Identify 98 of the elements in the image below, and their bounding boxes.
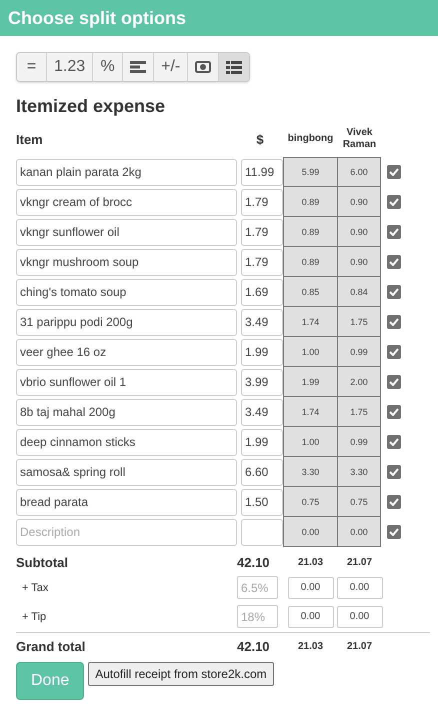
share-cell: 0.99 <box>338 337 381 367</box>
share-subtotal: 21.07 <box>346 557 374 568</box>
price-field[interactable]: 1.99 <box>241 428 283 456</box>
subtotal-amount: 42.10 <box>237 555 271 570</box>
description-field[interactable]: vbrio sunflower oil 1 <box>16 368 237 396</box>
share-cell: 1.00 <box>283 337 338 367</box>
split-mode-icon-button[interactable] <box>123 53 154 81</box>
description-field[interactable]: vkngr sunflower oil <box>16 218 237 246</box>
split-mode-button[interactable]: 1.23 <box>47 53 94 81</box>
checkbox[interactable] <box>387 255 401 269</box>
checkbox[interactable] <box>387 285 401 299</box>
share-cell: 1.75 <box>338 307 381 337</box>
price-field[interactable]: 1.69 <box>241 278 283 306</box>
price-field[interactable]: 1.79 <box>241 188 283 216</box>
price-field[interactable] <box>241 518 283 546</box>
description-field[interactable]: Description <box>16 518 237 546</box>
share-field[interactable]: 0.00 <box>288 606 334 628</box>
price-field[interactable]: 1.99 <box>241 338 283 366</box>
checkbox[interactable] <box>387 345 401 359</box>
share-cell: 1.99 <box>283 367 338 397</box>
checkbox[interactable] <box>387 405 401 419</box>
percent-field[interactable]: 6.5% <box>237 576 278 599</box>
checkbox[interactable] <box>387 225 401 239</box>
share-cell: 0.89 <box>283 217 338 247</box>
share-cell: 0.00 <box>338 517 381 547</box>
share-cell: 0.99 <box>338 427 381 457</box>
checkbox[interactable] <box>387 525 401 539</box>
share-field[interactable]: 0.00 <box>336 606 382 628</box>
share-cell: 3.30 <box>338 457 381 487</box>
share-subtotal: 21.03 <box>296 557 324 568</box>
share-cell: 0.75 <box>283 487 338 517</box>
description-field[interactable]: samosa& spring roll <box>16 458 237 486</box>
price-field[interactable]: 3.99 <box>241 368 283 396</box>
description-field[interactable]: ching's tomato soup <box>16 278 237 306</box>
share-cell: 0.90 <box>338 187 381 217</box>
split-mode-icon-button[interactable] <box>219 53 250 81</box>
share-total: 21.03 <box>296 641 324 652</box>
share-cell: 0.85 <box>283 277 338 307</box>
checkbox[interactable] <box>387 465 401 479</box>
split-mode-button[interactable]: = <box>17 53 47 81</box>
bars-icon <box>130 61 146 73</box>
share-cell: 1.74 <box>283 307 338 337</box>
checkbox[interactable] <box>387 195 401 209</box>
price-field[interactable]: 3.49 <box>241 308 283 336</box>
column-header: Item <box>16 132 44 146</box>
column-header: $ <box>255 132 265 146</box>
share-cell: 0.90 <box>338 217 381 247</box>
row-label: Subtotal <box>16 555 69 570</box>
split-mode-button[interactable]: +/- <box>154 53 188 81</box>
price-field[interactable]: 1.50 <box>241 488 283 516</box>
dialog-title: Choose split options <box>8 8 186 28</box>
split-mode-icon-button[interactable] <box>188 53 220 81</box>
share-cell: 0.75 <box>338 487 381 517</box>
split-mode-button[interactable]: % <box>93 53 124 81</box>
share-field[interactable]: 0.00 <box>288 576 334 598</box>
description-field[interactable]: bread parata <box>16 488 237 516</box>
share-cell: 2.00 <box>338 367 381 397</box>
row-label: + Tax <box>21 582 50 594</box>
person-header: bingbong <box>286 133 334 145</box>
grand-total-amount: 42.10 <box>237 639 271 654</box>
price-field[interactable]: 6.60 <box>241 458 283 486</box>
share-field[interactable]: 0.00 <box>336 576 382 598</box>
share-total: 21.07 <box>346 641 374 652</box>
person-header: Vivek Raman <box>342 127 378 151</box>
checkbox[interactable] <box>387 375 401 389</box>
share-cell: 0.89 <box>283 247 338 277</box>
share-cell: 1.74 <box>283 397 338 427</box>
checkbox[interactable] <box>387 495 401 509</box>
description-field[interactable]: vkngr cream of brocc <box>16 188 237 216</box>
description-field[interactable]: kanan plain parata 2kg <box>16 158 237 186</box>
share-cell: 0.00 <box>283 517 338 547</box>
share-cell: 1.75 <box>338 397 381 427</box>
description-field[interactable]: vkngr mushroom soup <box>16 248 237 276</box>
share-cell: 1.00 <box>283 427 338 457</box>
percent-field[interactable]: 18% <box>237 605 278 628</box>
share-cell: 0.90 <box>338 247 381 277</box>
description-field[interactable]: 31 parippu podi 200g <box>16 308 237 336</box>
checkbox[interactable] <box>387 315 401 329</box>
share-cell: 5.99 <box>283 157 338 187</box>
share-cell: 0.84 <box>338 277 381 307</box>
share-cell: 6.00 <box>338 157 381 187</box>
price-field[interactable]: 1.79 <box>241 248 283 276</box>
banknote-icon <box>195 61 212 73</box>
description-field[interactable]: 8b taj mahal 200g <box>16 398 237 426</box>
row-label: Grand total <box>16 639 86 654</box>
description-field[interactable]: deep cinnamon sticks <box>16 428 237 456</box>
description-field[interactable]: veer ghee 16 oz <box>16 338 237 366</box>
price-field[interactable]: 3.49 <box>241 398 283 426</box>
share-cell: 3.30 <box>283 457 338 487</box>
price-field[interactable]: 1.79 <box>241 218 283 246</box>
autofill-button[interactable]: Autofill receipt from store2k.com <box>88 662 274 686</box>
section-title: Itemized expense <box>16 96 166 117</box>
share-cell: 0.89 <box>283 187 338 217</box>
price-field[interactable]: 11.99 <box>241 158 283 186</box>
checkbox[interactable] <box>387 165 401 179</box>
list-icon <box>226 60 242 74</box>
checkbox[interactable] <box>387 435 401 449</box>
row-label: + Tip <box>21 610 48 622</box>
